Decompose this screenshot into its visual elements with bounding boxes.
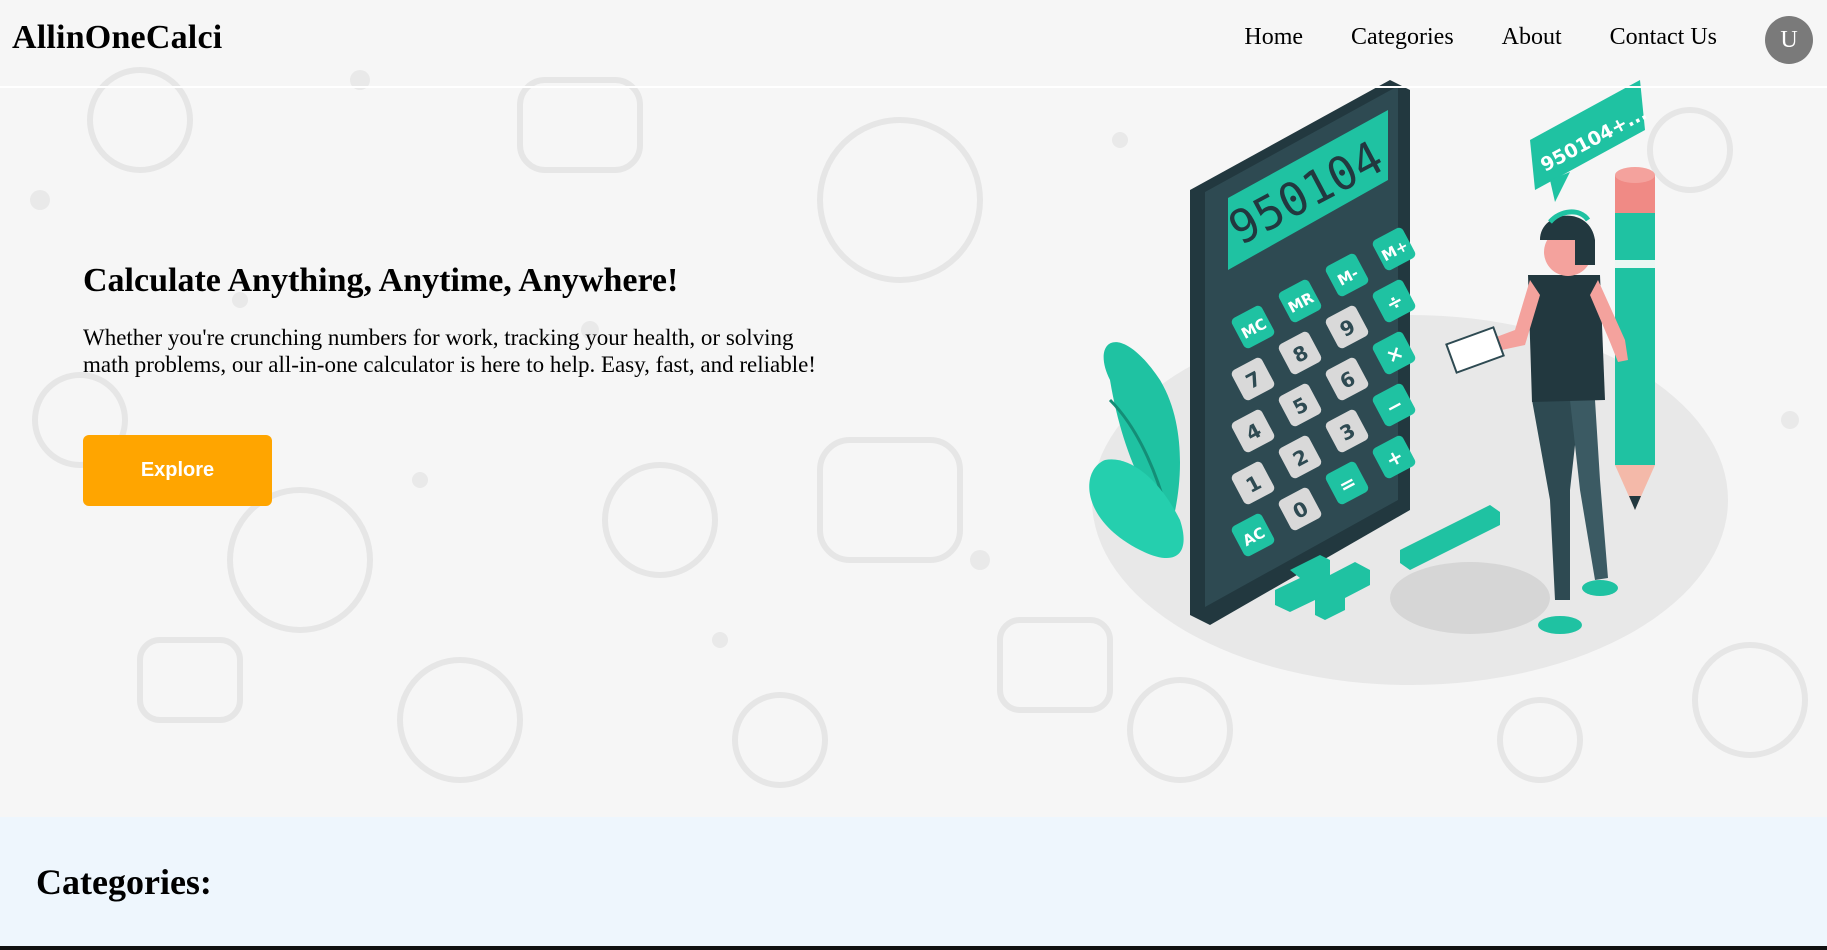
brand-logo[interactable]: AllinOneCalci <box>12 19 222 57</box>
nav-about-link[interactable]: About <box>1502 24 1562 51</box>
top-navbar: AllinOneCalci Home Categories About Cont… <box>0 0 1827 88</box>
explore-button[interactable]: Explore <box>83 435 272 506</box>
main-nav: Home Categories About Contact Us <box>1196 24 1717 51</box>
user-avatar[interactable]: U <box>1765 16 1813 64</box>
nav-home-link[interactable]: Home <box>1244 24 1303 51</box>
nav-categories-link[interactable]: Categories <box>1351 24 1454 51</box>
categories-heading: Categories: <box>36 862 212 902</box>
hero-title: Calculate Anything, Anytime, Anywhere! <box>83 262 679 299</box>
bottom-divider <box>0 946 1827 950</box>
categories-section: Categories: <box>0 817 1827 948</box>
page: AllinOneCalci Home Categories About Cont… <box>0 0 1827 950</box>
nav-contact-link[interactable]: Contact Us <box>1610 24 1717 51</box>
figure-shadow <box>1390 562 1550 634</box>
hero-section: Calculate Anything, Anytime, Anywhere! W… <box>83 262 843 378</box>
hero-description: Whether you're crunching numbers for wor… <box>83 325 816 377</box>
calculator-illustration: 950104 MC MR M- M+ 7 8 9 ÷ 4 5 6 × 1 2 3… <box>1089 80 1728 685</box>
